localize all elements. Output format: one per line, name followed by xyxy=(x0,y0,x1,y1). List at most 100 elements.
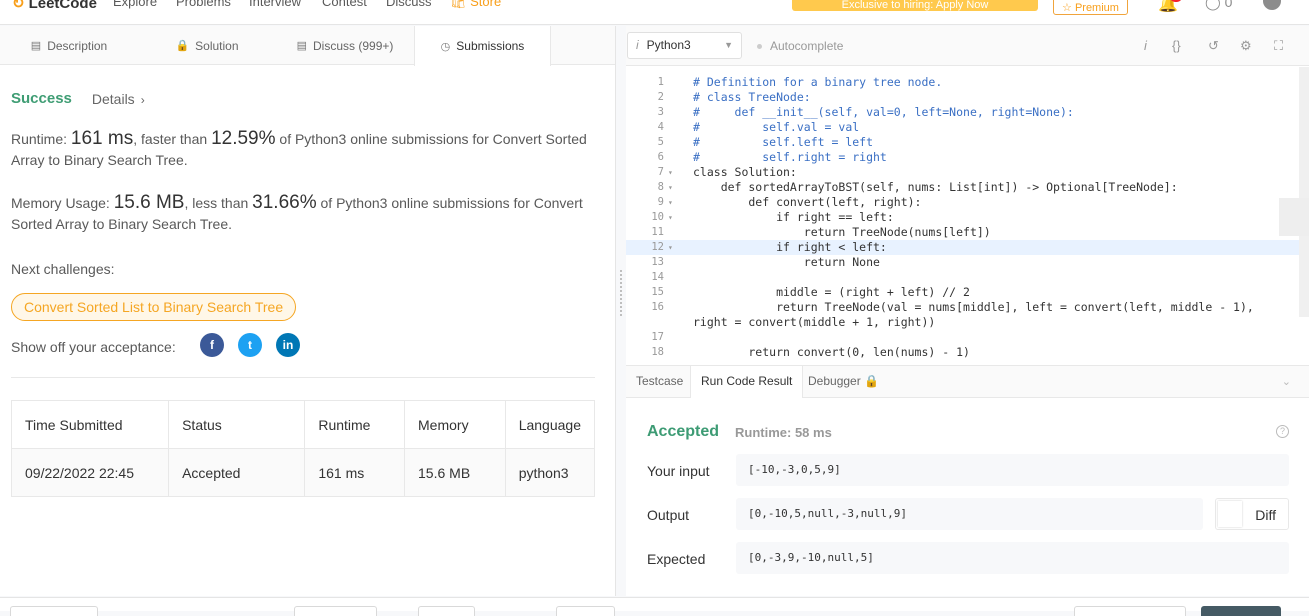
nav-problems[interactable]: Problems xyxy=(176,0,231,9)
autocomplete-toggle[interactable]: Autocomplete xyxy=(757,39,843,53)
line-number: 11 xyxy=(651,226,664,238)
next-challenge-link[interactable]: Convert Sorted List to Binary Search Tre… xyxy=(11,293,297,321)
code-editor[interactable]: 1 # Definition for a binary tree node. 2 # … xyxy=(626,67,1309,362)
tab-discuss[interactable]: ▤ Discuss (999+) xyxy=(276,26,414,65)
memory-summary: Memory Usage: 15.6 MB, less than 31.66% … xyxy=(11,192,601,235)
run-code-button[interactable] xyxy=(1074,606,1186,616)
tab-solution[interactable]: 🔒 Solution xyxy=(138,26,276,65)
notification-bell-icon[interactable]: 🔔 xyxy=(1158,0,1182,13)
fold-arrow-icon[interactable]: ▾ xyxy=(668,240,673,255)
language-select[interactable]: i Python3 ▼ xyxy=(627,32,742,59)
code-line[interactable]: 2 # class TreeNode: xyxy=(626,90,1309,105)
tab-description[interactable]: ▤ Description xyxy=(0,26,138,65)
nav-explore[interactable]: Explore xyxy=(113,0,157,9)
line-number: 6 xyxy=(657,151,664,163)
premium-button[interactable]: ☆ Premium xyxy=(1053,0,1128,15)
leetcode-logo[interactable]: ↻ LeetCode xyxy=(12,0,97,12)
chevron-down-icon: ▼ xyxy=(724,40,733,50)
prev-button[interactable] xyxy=(294,606,377,616)
facebook-icon[interactable]: f xyxy=(200,333,224,357)
panel-splitter[interactable] xyxy=(617,26,626,596)
diff-toggle[interactable]: Diff xyxy=(1215,498,1289,530)
code-line[interactable]: 3 # def __init__(self, val=0, left=None, … xyxy=(626,105,1309,120)
code-line[interactable]: 6 # self.right = right xyxy=(626,150,1309,165)
code-line[interactable]: right = convert(middle + 1, right)) xyxy=(626,315,1309,330)
code-line[interactable]: 1 # Definition for a binary tree node. xyxy=(626,75,1309,90)
tab-solution-label: Solution xyxy=(195,38,239,53)
nav-discuss[interactable]: Discuss xyxy=(386,0,432,9)
tab-testcase[interactable]: Testcase xyxy=(626,366,693,398)
coins-counter[interactable]: ◯ 0 xyxy=(1205,0,1232,11)
fullscreen-icon[interactable]: ⛶ xyxy=(1274,38,1283,54)
help-icon[interactable]: ? xyxy=(1276,425,1289,438)
fold-arrow-icon[interactable]: ▾ xyxy=(668,165,673,180)
memory-value: 15.6 MB xyxy=(113,192,185,213)
problem-tabs: ▤ Description 🔒 Solution ▤ Discuss (999+) ◷… xyxy=(0,26,615,66)
code-line[interactable]: 12 ▾ if right < left: xyxy=(626,240,1309,255)
code-line[interactable]: 5 # self.left = left xyxy=(626,135,1309,150)
header-status: Status xyxy=(168,400,306,449)
code-line[interactable]: 9 ▾ def convert(left, right): xyxy=(626,195,1309,210)
reset-icon[interactable]: ↺ xyxy=(1208,38,1219,54)
cell-status[interactable]: Accepted xyxy=(168,448,306,497)
cell-runtime: 161 ms xyxy=(304,448,406,497)
diff-switch[interactable] xyxy=(1218,501,1242,527)
tab-debugger[interactable]: Debugger 🔒 xyxy=(798,366,889,398)
code-line[interactable]: 16 return TreeNode(val = nums[middle], l… xyxy=(626,300,1309,315)
code-line[interactable]: 8 ▾ def sortedArrayToBST(self, nums: List… xyxy=(626,180,1309,195)
nav-store[interactable]: 🛍 Store xyxy=(450,0,501,10)
tab-run-code-result[interactable]: Run Code Result xyxy=(690,366,804,398)
memory-mid: , less than xyxy=(184,195,253,211)
tab-submissions[interactable]: ◷ Submissions xyxy=(414,26,551,66)
runtime-value: 161 ms xyxy=(70,128,134,149)
fold-arrow-icon[interactable]: ▾ xyxy=(668,180,673,195)
code-line[interactable]: 7 ▾ class Solution: xyxy=(626,165,1309,180)
next-button[interactable] xyxy=(556,606,615,616)
chevron-down-icon[interactable]: ⌄ xyxy=(1282,375,1291,388)
problems-button[interactable] xyxy=(10,606,98,616)
store-icon: 🛍 xyxy=(450,0,467,9)
code-line[interactable]: 4 # self.val = val xyxy=(626,120,1309,135)
pick-button[interactable] xyxy=(418,606,475,616)
language-value: Python3 xyxy=(646,38,691,52)
line-number: 1 xyxy=(657,76,664,88)
twitter-icon[interactable]: t xyxy=(238,333,262,357)
nav-contest[interactable]: Contest xyxy=(322,0,367,9)
store-label: Store xyxy=(470,0,502,9)
code-line[interactable]: 13 return None xyxy=(626,255,1309,270)
editor-scrollbar[interactable] xyxy=(1299,67,1309,317)
header-language: Language xyxy=(504,400,596,449)
table-row[interactable]: 09/22/2022 22:45 Accepted 161 ms 15.6 MB… xyxy=(10,448,596,497)
promo-banner[interactable]: Exclusive to hiring: Apply Now xyxy=(792,0,1038,11)
autocomplete-label: Autocomplete xyxy=(770,39,844,53)
memory-percentile: 31.66% xyxy=(252,192,317,213)
linkedin-icon[interactable]: in xyxy=(276,333,300,357)
code-line[interactable]: 17 xyxy=(626,330,1309,345)
code-line[interactable]: 15 middle = (right + left) // 2 xyxy=(626,285,1309,300)
details-link[interactable]: Details › xyxy=(92,91,145,107)
avatar[interactable] xyxy=(1263,0,1281,10)
lock-icon: 🔒 xyxy=(864,374,880,388)
code-text: # self.left = left xyxy=(693,135,874,149)
discuss-icon: ▤ xyxy=(296,40,308,52)
line-number: 17 xyxy=(651,331,664,343)
braces-icon[interactable]: {} xyxy=(1172,38,1181,53)
side-feedback-tab[interactable] xyxy=(1279,198,1309,236)
fold-arrow-icon[interactable]: ▾ xyxy=(668,195,673,210)
fold-arrow-icon[interactable]: ▾ xyxy=(668,210,673,225)
output-label: Output xyxy=(647,507,690,523)
line-number: 2 xyxy=(657,91,664,103)
info-icon[interactable]: i xyxy=(1144,38,1147,53)
code-line[interactable]: 14 xyxy=(626,270,1309,285)
code-line[interactable]: 11 return TreeNode(nums[left]) xyxy=(626,225,1309,240)
submit-button[interactable] xyxy=(1201,606,1281,616)
settings-gear-icon[interactable]: ⚙ xyxy=(1240,38,1252,54)
code-line[interactable]: 18 return convert(0, len(nums) - 1) xyxy=(626,345,1309,360)
splitter-handle[interactable] xyxy=(620,270,622,316)
code-text: middle = (right + left) // 2 xyxy=(693,285,970,299)
share-label: Show off your acceptance: xyxy=(11,339,176,355)
cell-time-submitted: 09/22/2022 22:45 xyxy=(10,448,170,497)
code-line[interactable]: 10 ▾ if right == left: xyxy=(626,210,1309,225)
nav-interview[interactable]: Interview xyxy=(249,0,301,9)
line-number: 15 xyxy=(651,286,664,298)
